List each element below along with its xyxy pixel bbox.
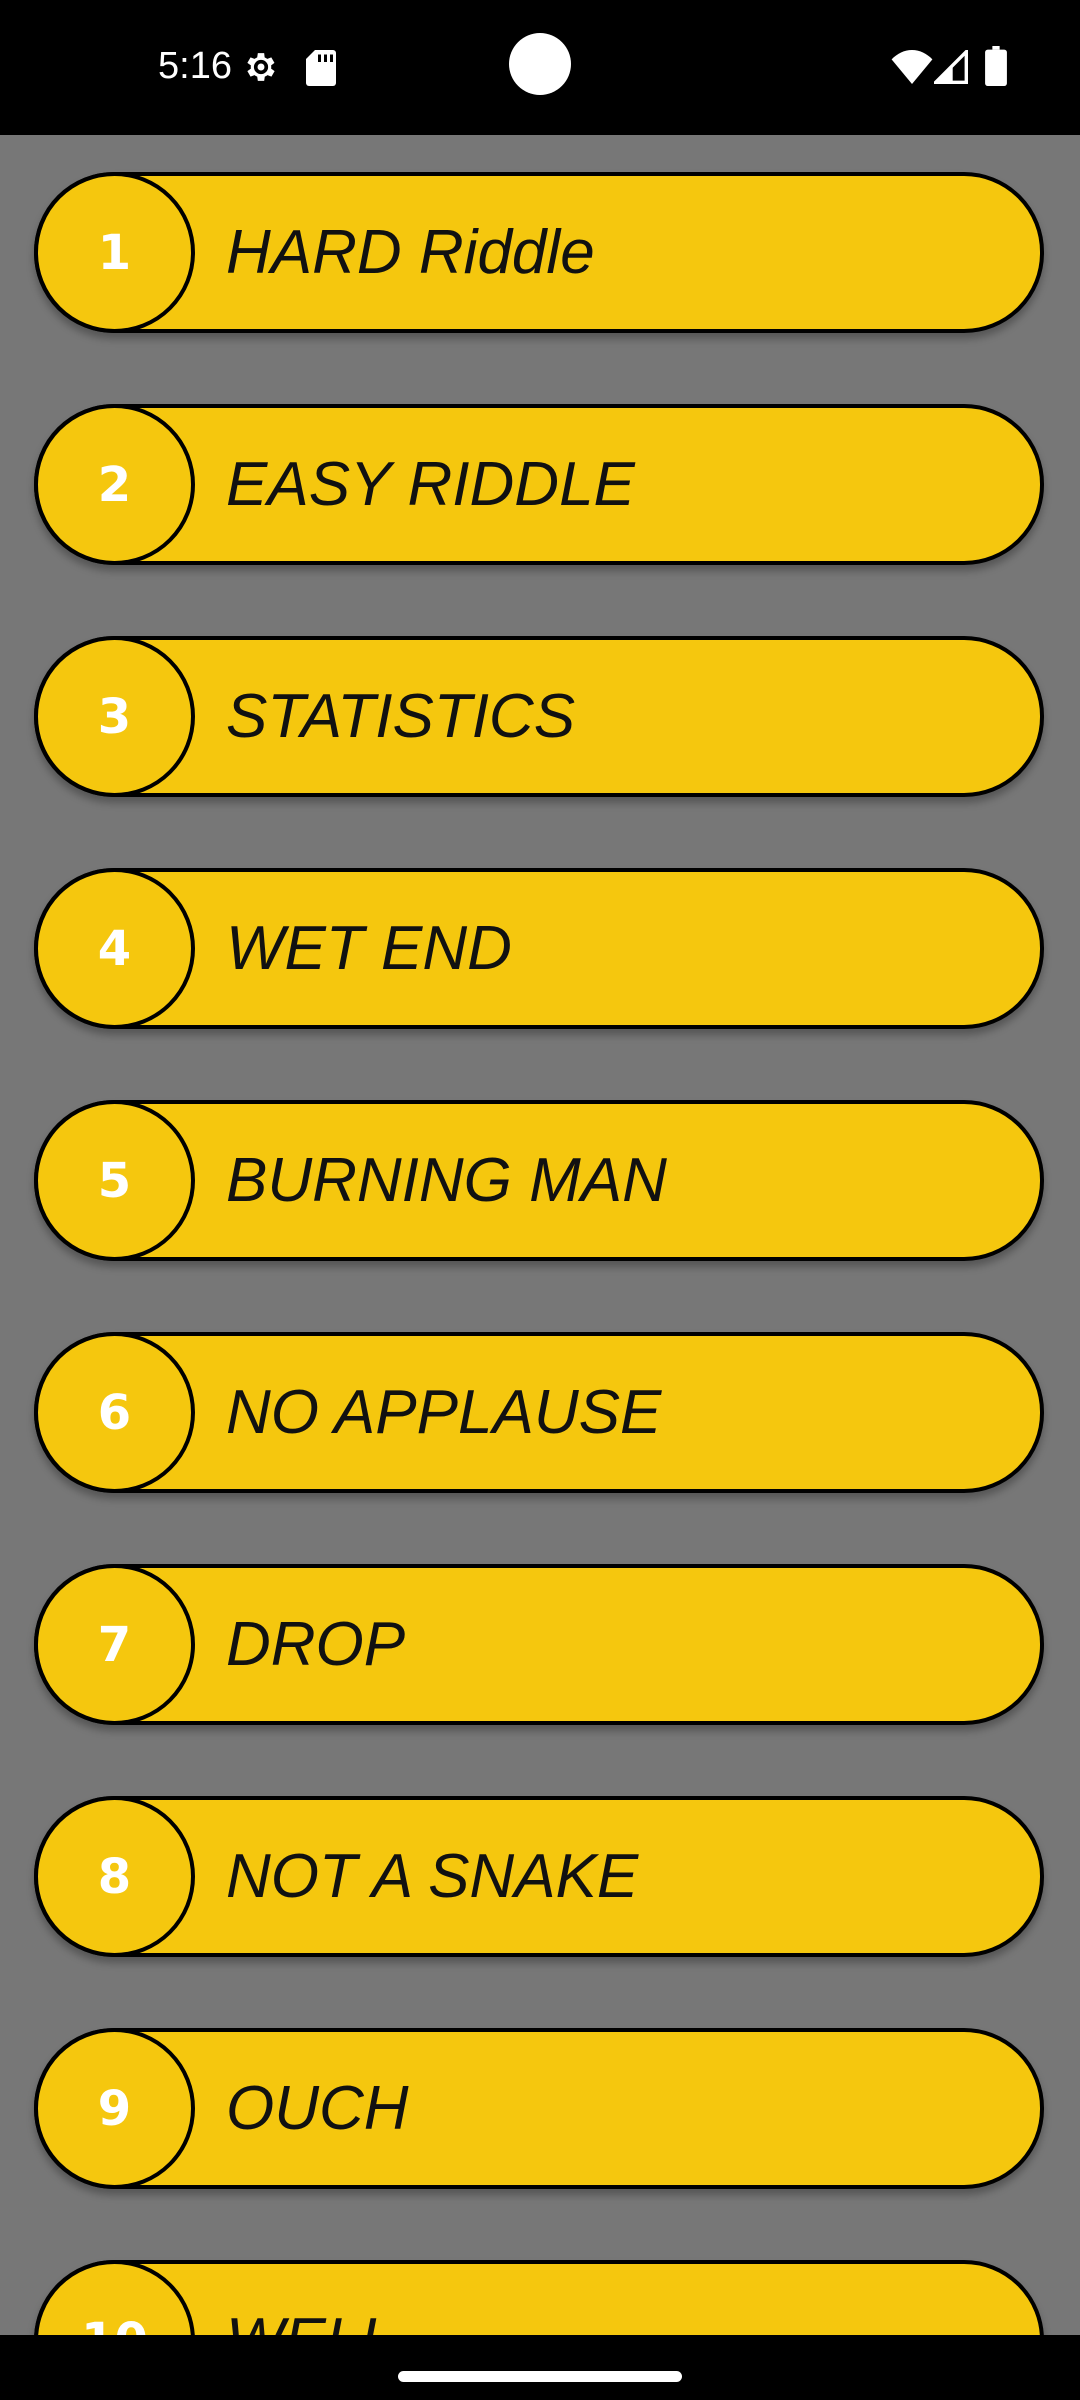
status-bar: 5:16 xyxy=(0,0,1080,135)
list-item[interactable]: 2 EASY RIDDLE xyxy=(34,404,1044,565)
cellular-signal-icon xyxy=(934,50,968,84)
item-number-badge: 5 xyxy=(34,1100,195,1261)
list-item[interactable]: 9 OUCH xyxy=(34,2028,1044,2189)
list-item[interactable]: 6 NO APPLAUSE xyxy=(34,1332,1044,1493)
item-title: NO APPLAUSE xyxy=(226,1378,662,1447)
item-title: WELL xyxy=(226,2264,395,2335)
item-title: NOT A SNAKE xyxy=(226,1842,639,1911)
list-item[interactable]: 4 WET END xyxy=(34,868,1044,1029)
riddle-list[interactable]: 1 HARD Riddle 2 EASY RIDDLE 3 STATISTICS… xyxy=(0,135,1080,2335)
list-item[interactable]: 10 WELL xyxy=(34,2260,1044,2335)
item-title: DROP xyxy=(226,1610,406,1679)
list-item[interactable]: 5 BURNING MAN xyxy=(34,1100,1044,1261)
status-time: 5:16 xyxy=(158,45,232,87)
item-number-badge: 3 xyxy=(34,636,195,797)
item-number-badge: 7 xyxy=(34,1564,195,1725)
item-title: STATISTICS xyxy=(226,682,576,751)
item-title: OUCH xyxy=(226,2074,409,2143)
home-indicator-handle[interactable] xyxy=(398,2371,682,2382)
list-item[interactable]: 3 STATISTICS xyxy=(34,636,1044,797)
item-number-badge: 4 xyxy=(34,868,195,1029)
list-item[interactable]: 8 NOT A SNAKE xyxy=(34,1796,1044,1957)
list-item[interactable]: 7 DROP xyxy=(34,1564,1044,1725)
item-number-badge: 9 xyxy=(34,2028,195,2189)
item-title: BURNING MAN xyxy=(226,1146,667,1215)
item-title: HARD Riddle xyxy=(226,218,595,287)
camera-cutout xyxy=(509,33,571,95)
item-number-badge: 6 xyxy=(34,1332,195,1493)
list-item[interactable]: 1 HARD Riddle xyxy=(34,172,1044,333)
sd-card-icon xyxy=(306,50,336,86)
item-number-badge: 10 xyxy=(34,2260,195,2335)
settings-gear-icon xyxy=(247,53,275,81)
wifi-icon xyxy=(891,50,933,84)
item-number-badge: 8 xyxy=(34,1796,195,1957)
item-number-badge: 2 xyxy=(34,404,195,565)
item-number-badge: 1 xyxy=(34,172,195,333)
item-title: EASY RIDDLE xyxy=(226,450,635,519)
battery-icon xyxy=(985,46,1007,86)
navigation-bar xyxy=(0,2335,1080,2400)
item-title: WET END xyxy=(226,914,512,983)
